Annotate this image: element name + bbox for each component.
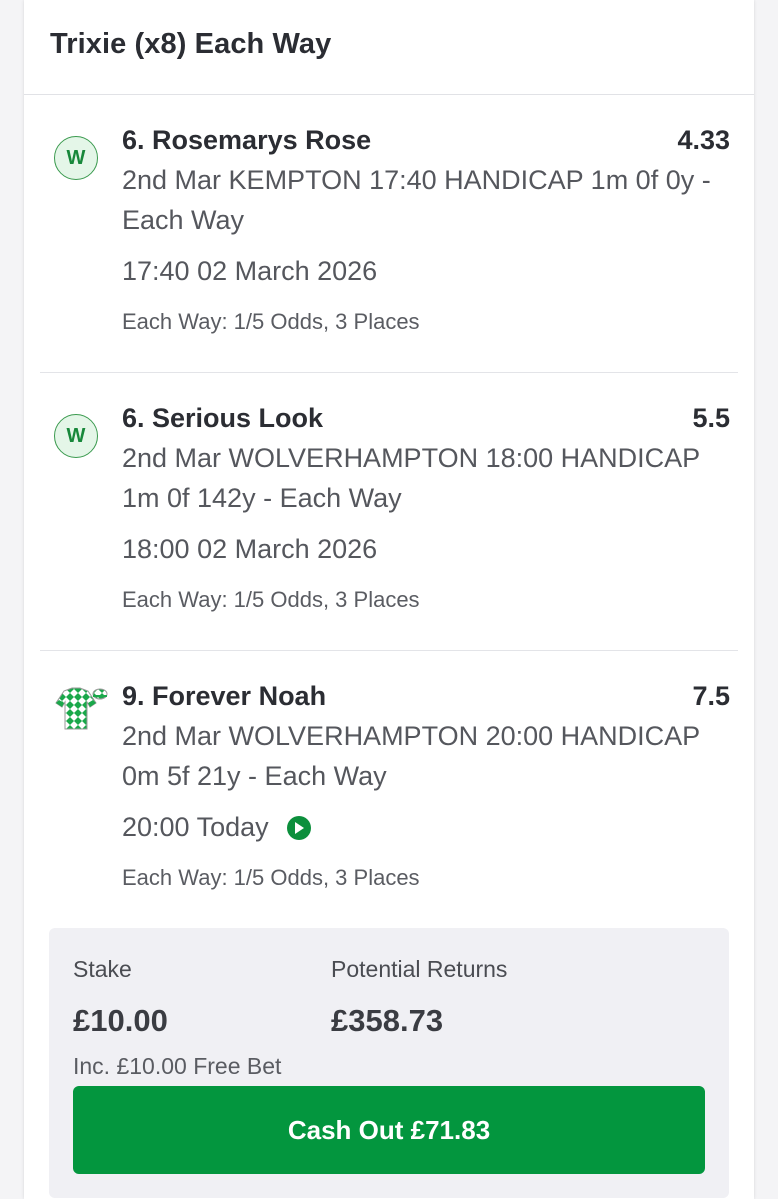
odds: 7.5 <box>692 681 730 711</box>
bet-title: Trixie (x8) Each Way <box>50 28 332 60</box>
potential-returns-label: Potential Returns <box>331 956 508 982</box>
play-circle-icon[interactable] <box>286 815 311 840</box>
bet-leg: 9. Forever Noah 7.5 2nd Mar WOLVERHAMPTO… <box>40 651 738 921</box>
selection-name: 6. Serious Look <box>122 403 324 433</box>
each-way-terms: Each Way: 1/5 Odds, 3 Places <box>122 587 420 612</box>
bet-header: Trixie (x8) Each Way <box>24 0 754 95</box>
bet-leg: W 6. Rosemarys Rose 4.33 2nd Mar KEMPTON… <box>40 95 738 373</box>
jockey-silks-icon <box>50 685 108 742</box>
stake-value: £10.00 <box>73 1003 168 1038</box>
event-time: 17:40 02 March 2026 <box>122 256 378 286</box>
stake-section: Stake £10.00 Inc. £10.00 Free Bet <box>73 956 331 1080</box>
selection-name: 9. Forever Noah <box>122 681 327 711</box>
market-description: 2nd Mar WOLVERHAMPTON 20:00 HANDICAP 0m … <box>122 721 700 791</box>
free-bet-note: Inc. £10.00 Free Bet <box>73 1053 282 1079</box>
odds: 5.5 <box>692 403 730 433</box>
returns-section: Potential Returns £358.73 <box>331 956 589 1080</box>
selection-name: 6. Rosemarys Rose <box>122 125 372 155</box>
cash-out-button[interactable]: Cash Out £71.83 <box>73 1086 705 1174</box>
event-time: 20:00 Today <box>122 812 730 843</box>
event-time: 18:00 02 March 2026 <box>122 534 378 564</box>
bet-leg: W 6. Serious Look 5.5 2nd Mar WOLVERHAMP… <box>40 373 738 651</box>
potential-returns-value: £358.73 <box>331 1003 444 1038</box>
each-way-terms: Each Way: 1/5 Odds, 3 Places <box>122 865 420 890</box>
stake-label: Stake <box>73 956 132 982</box>
stake-panel: Stake £10.00 Inc. £10.00 Free Bet Potent… <box>49 928 729 1198</box>
market-description: 2nd Mar WOLVERHAMPTON 18:00 HANDICAP 1m … <box>122 443 700 513</box>
market-description: 2nd Mar KEMPTON 17:40 HANDICAP 1m 0f 0y … <box>122 165 711 235</box>
odds: 4.33 <box>677 125 730 155</box>
w-badge-icon: W <box>54 414 98 458</box>
w-badge-icon: W <box>54 136 98 180</box>
each-way-terms: Each Way: 1/5 Odds, 3 Places <box>122 309 420 334</box>
bet-card: Trixie (x8) Each Way W 6. Rosemarys Rose… <box>24 0 754 1199</box>
